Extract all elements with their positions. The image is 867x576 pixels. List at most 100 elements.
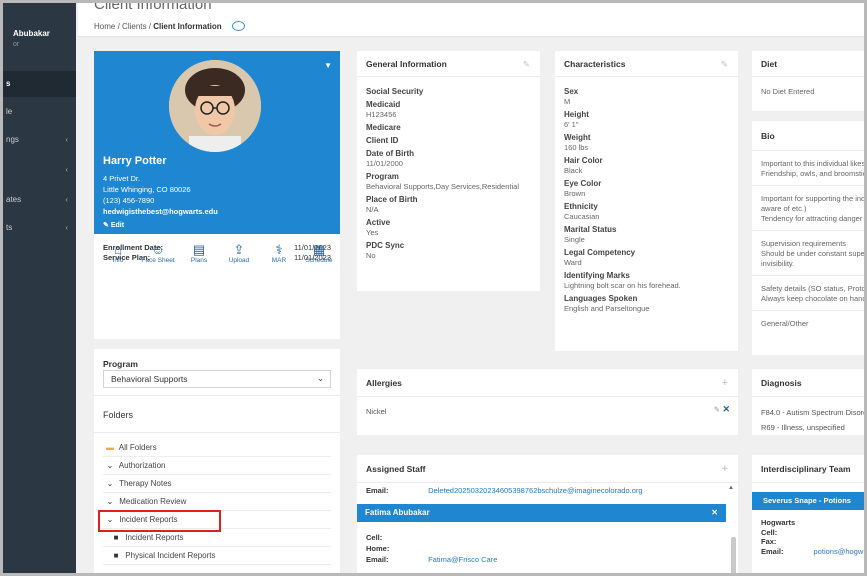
pencil-icon[interactable]: ✎ <box>714 405 720 414</box>
staff-cell-label: Cell: <box>366 533 383 542</box>
quick-action-info[interactable]: ⌂ Info <box>98 242 138 264</box>
quick-action-schedule[interactable]: ▦ Schedule <box>299 242 339 264</box>
close-icon[interactable]: ✕ <box>722 404 730 415</box>
edit-profile-link[interactable]: ✎ Edit <box>103 221 124 229</box>
program-select[interactable]: Behavioral Supports ⌄ <box>103 370 331 388</box>
add-icon[interactable]: + <box>722 369 728 397</box>
quick-action-label: Info <box>112 257 124 264</box>
field-label: Eye Color <box>564 179 602 188</box>
field-label: Date of Birth <box>366 149 414 158</box>
upload-icon: ⇪ <box>233 242 245 257</box>
field-label: Sex <box>564 87 579 96</box>
characteristics-card: Characteristics ✎ Sex M Height 6' 1" Weight 1… <box>555 51 738 351</box>
general-information-header: General Information ✎ <box>357 51 540 77</box>
sidebar-item-label: s <box>6 79 11 88</box>
field-label: Medicare <box>366 123 401 132</box>
folder-label: Therapy Notes <box>119 479 172 488</box>
folder-medication-review[interactable]: ⌄ Medication Review <box>103 493 331 511</box>
folder-label: Medication Review <box>119 497 187 506</box>
sidebar-item-label: le <box>6 107 13 116</box>
field-value: Behavioral Supports,Day Services,Residen… <box>366 182 519 191</box>
team-member-bar[interactable]: Severus Snape - Potions <box>752 492 864 510</box>
field-value: Black <box>564 166 583 175</box>
profile-header: ▼ Harry Potter 4 Privet Dr. Little Whing… <box>94 51 340 234</box>
profile-card: ▼ Harry Potter 4 Privet Dr. Little Whing… <box>94 51 340 339</box>
team-email-link[interactable]: potions@hogw <box>814 547 864 556</box>
staff-email2-link[interactable]: Fatima@Frisco Care <box>428 555 497 564</box>
quick-action-mar[interactable]: ⚕ MAR <box>259 242 299 264</box>
sidebar-item-schedule[interactable]: le <box>3 99 76 125</box>
chevron-left-icon: ‹ <box>65 165 68 174</box>
folder-authorization[interactable]: ⌄ Authorization <box>103 457 331 475</box>
diagnosis-item: F84.0 - Autism Spectrum Disord <box>761 408 867 417</box>
sidebar-item-label: ates <box>6 195 22 204</box>
pencil-icon: ✎ <box>103 222 109 229</box>
sidebar-item-accounts[interactable]: ts ‹ <box>3 215 76 241</box>
quick-action-upload[interactable]: ⇪ Upload <box>219 242 259 264</box>
field-label: Height <box>564 110 589 119</box>
comment-icon[interactable] <box>231 21 245 31</box>
breadcrumb-current: Client Information <box>153 22 222 31</box>
folder-open-icon: ▬ <box>106 443 114 452</box>
field-label: Marital Status <box>564 225 617 234</box>
field-value: H123456 <box>366 110 397 119</box>
sidebar: Abubakar or s le ngs ‹ ‹ ates ‹ ts ‹ <box>3 3 76 573</box>
scrollbar-thumb[interactable] <box>731 537 736 573</box>
breadcrumb-home[interactable]: Home <box>94 22 115 31</box>
quick-action-label: Schedule <box>305 257 333 264</box>
card-title: General Information <box>366 59 447 69</box>
staff-email-row: Email: Deleted20250320234605398762bschul… <box>357 484 738 498</box>
field-value: Brown <box>564 189 586 198</box>
sidebar-item-templates[interactable]: ates ‹ <box>3 187 76 213</box>
main-content: Client Information Home / Clients / Clie… <box>78 3 867 573</box>
staff-email2-row: Email: Fatima@Frisco Care <box>357 554 738 565</box>
field-value: Yes <box>366 228 379 237</box>
field-label: PDC Sync <box>366 241 405 250</box>
bio-text: Supervision requirements <box>761 239 847 248</box>
breadcrumb-clients[interactable]: Clients <box>122 22 146 31</box>
field-value: M <box>564 97 571 106</box>
field-value: Ward <box>564 258 582 267</box>
face-sheet-icon: ☺ <box>151 242 165 257</box>
program-folders-card: Program Behavioral Supports ⌄ Folders ▬ … <box>94 349 340 573</box>
bio-supporting: Important for supporting the indi aware … <box>752 186 864 231</box>
team-header: Interdisciplinary Team <box>752 455 864 483</box>
field-label: Weight <box>564 133 591 142</box>
staff-email-link[interactable]: Deleted20250320234605398762bschulze@imag… <box>428 486 642 495</box>
bio-text: Friendship, owls, and broomstic <box>761 169 867 178</box>
card-title: Allergies <box>366 378 402 388</box>
subfolder-physical-incident-reports[interactable]: ■ Physical Incident Reports <box>103 547 331 565</box>
folder-all[interactable]: ▬ All Folders <box>103 439 331 457</box>
field-value: Caucasian <box>564 212 600 221</box>
bio-safety: Safety details (SO status, Protoc Always… <box>752 276 867 311</box>
scroll-up-icon[interactable]: ▲ <box>728 485 734 491</box>
pencil-icon[interactable]: ✎ <box>721 51 728 77</box>
field-label: Identifying Marks <box>564 271 630 280</box>
chevron-left-icon: ‹ <box>65 135 68 144</box>
field-label: Program <box>366 172 399 181</box>
diagnosis-header: Diagnosis <box>752 369 864 397</box>
sidebar-item-settings[interactable]: ngs ‹ <box>3 127 76 153</box>
caret-down-icon[interactable]: ▼ <box>324 61 332 70</box>
close-icon[interactable]: ✕ <box>711 504 718 522</box>
field-value: English and Parseltongue <box>564 304 650 313</box>
add-icon[interactable]: + <box>722 455 728 483</box>
client-name: Harry Potter <box>103 155 167 167</box>
plans-icon: ▤ <box>192 242 206 257</box>
home-icon: ⌂ <box>114 242 122 257</box>
sidebar-item-clients[interactable]: s <box>3 71 76 97</box>
staff-selected-bar[interactable]: Fatima Abubakar ✕ <box>357 504 726 522</box>
breadcrumb-separator: / <box>148 22 151 31</box>
bio-header: Bio <box>752 121 864 151</box>
folders-title: Folders <box>94 395 340 433</box>
field-label: Languages Spoken <box>564 294 638 303</box>
pencil-icon[interactable]: ✎ <box>523 51 530 77</box>
quick-action-face-sheet[interactable]: ☺ Face Sheet <box>138 242 178 264</box>
avatar-image <box>169 60 261 152</box>
folder-therapy-notes[interactable]: ⌄ Therapy Notes <box>103 475 331 493</box>
bio-text: Safety details (SO status, Protoc <box>761 284 867 293</box>
avatar <box>169 60 261 152</box>
quick-action-plans[interactable]: ▤ Plans <box>179 242 219 264</box>
sidebar-item-reports[interactable]: ‹ <box>3 157 76 183</box>
field-label: Active <box>366 218 391 227</box>
